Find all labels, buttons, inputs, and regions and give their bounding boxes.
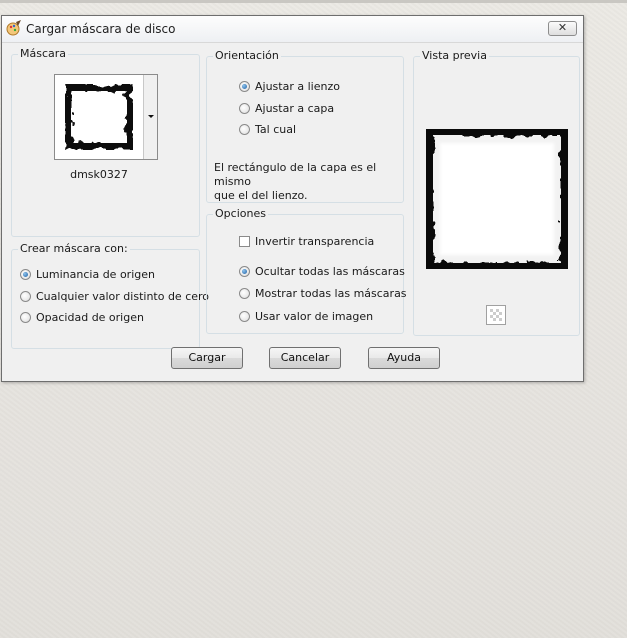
mask-group-legend: Máscara xyxy=(18,47,69,60)
top-border xyxy=(0,0,627,3)
orientation-group-legend: Orientación xyxy=(213,49,281,62)
info-line: que el del lienzo. xyxy=(214,189,308,202)
orientation-info-text: El rectángulo de la capa es el mismo que… xyxy=(214,161,394,203)
checkbox[interactable] xyxy=(239,235,250,247)
load-button[interactable]: Cargar xyxy=(171,347,243,369)
checkerboard-icon[interactable] xyxy=(486,305,506,325)
radio-label: Cualquier valor distinto de cero xyxy=(36,289,210,303)
close-icon: ✕ xyxy=(557,21,568,34)
radio-use-image-value[interactable]: Usar valor de imagen xyxy=(239,309,373,323)
radio-button[interactable] xyxy=(239,80,250,92)
radio-label: Luminancia de origen xyxy=(36,267,155,281)
radio-fit-canvas[interactable]: Ajustar a lienzo xyxy=(239,79,340,93)
radio-button[interactable] xyxy=(20,268,31,280)
radio-button[interactable] xyxy=(20,290,31,302)
radio-button[interactable] xyxy=(239,310,250,322)
radio-source-opacity[interactable]: Opacidad de origen xyxy=(20,310,144,324)
mask-name-label: dmsk0327 xyxy=(70,168,128,181)
radio-button[interactable] xyxy=(239,265,250,277)
mask-thumbnail-dropdown[interactable] xyxy=(54,74,158,160)
checkbox-label: Invertir transparencia xyxy=(255,234,375,248)
radio-any-nonzero[interactable]: Cualquier valor distinto de cero xyxy=(20,289,209,303)
preview-group-legend: Vista previa xyxy=(420,49,489,62)
radio-label: Ajustar a capa xyxy=(255,101,335,115)
create-mask-group-legend: Crear máscara con: xyxy=(18,242,130,255)
dropdown-toggle[interactable] xyxy=(143,75,157,159)
radio-show-all-masks[interactable]: Mostrar todas las máscaras xyxy=(239,286,407,300)
radio-button[interactable] xyxy=(239,102,250,114)
radio-hide-all-masks[interactable]: Ocultar todas las máscaras xyxy=(239,264,405,278)
radio-source-luminance[interactable]: Luminancia de origen xyxy=(20,267,155,281)
psp-brush-icon xyxy=(6,20,21,36)
mask-preview-image xyxy=(426,129,568,269)
info-line: El rectángulo de la capa es el mismo xyxy=(214,161,377,188)
mask-thumbnail-image xyxy=(61,81,137,153)
cancel-button[interactable]: Cancelar xyxy=(269,347,341,369)
radio-label: Ocultar todas las máscaras xyxy=(255,264,405,278)
dialog-title: Cargar máscara de disco xyxy=(26,22,176,36)
radio-label: Mostrar todas las máscaras xyxy=(255,286,407,300)
radio-label: Tal cual xyxy=(255,122,297,136)
title-bar[interactable]: Cargar máscara de disco ✕ xyxy=(2,16,583,43)
close-button[interactable]: ✕ xyxy=(548,21,577,36)
help-button[interactable]: Ayuda xyxy=(368,347,440,369)
radio-label: Opacidad de origen xyxy=(36,310,144,324)
chevron-down-icon xyxy=(148,115,154,118)
radio-button[interactable] xyxy=(239,287,250,299)
radio-label: Usar valor de imagen xyxy=(255,309,374,323)
checkbox-invert-transparency[interactable]: Invertir transparencia xyxy=(239,234,374,248)
load-mask-dialog: Cargar máscara de disco ✕ Máscara dmsk03… xyxy=(1,15,584,382)
radio-label: Ajustar a lienzo xyxy=(255,79,340,93)
options-group-legend: Opciones xyxy=(213,207,268,220)
radio-button[interactable] xyxy=(239,123,250,135)
radio-as-is[interactable]: Tal cual xyxy=(239,122,296,136)
radio-button[interactable] xyxy=(20,311,31,323)
radio-fit-layer[interactable]: Ajustar a capa xyxy=(239,101,334,115)
